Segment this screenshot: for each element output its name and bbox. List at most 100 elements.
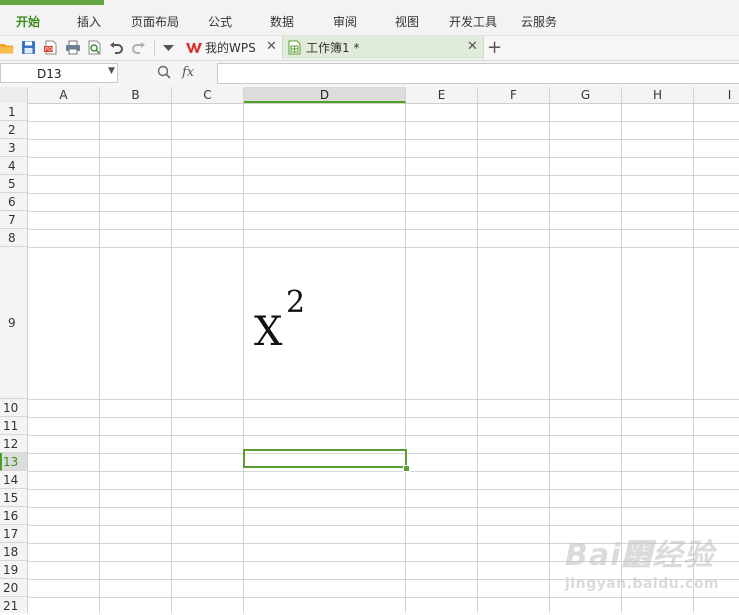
quick-access-toolbar: PDF 我的WPS ✕ 工作簿1 * ✕ + bbox=[0, 36, 739, 61]
formula-input[interactable] bbox=[217, 63, 739, 84]
open-folder-icon[interactable] bbox=[0, 39, 15, 56]
row-gridline bbox=[28, 435, 739, 436]
row-gridline bbox=[28, 247, 739, 248]
row-gridline bbox=[28, 139, 739, 140]
row-header-7[interactable]: 7 bbox=[0, 211, 27, 229]
cell-d9-base-text: X bbox=[254, 309, 283, 355]
name-box[interactable]: D13 ▼ bbox=[0, 63, 118, 83]
column-header-g[interactable]: G bbox=[550, 87, 622, 103]
row-gridline bbox=[28, 193, 739, 194]
row-gridline bbox=[28, 417, 739, 418]
row-header-6[interactable]: 6 bbox=[0, 193, 27, 211]
row-header-8[interactable]: 8 bbox=[0, 229, 27, 247]
row-gridline bbox=[28, 175, 739, 176]
row-gridline bbox=[28, 157, 739, 158]
print-preview-icon[interactable] bbox=[86, 39, 103, 56]
tab-workbook1-close-icon[interactable]: ✕ bbox=[467, 40, 478, 54]
column-header-e[interactable]: E bbox=[406, 87, 478, 103]
row-gridline bbox=[28, 507, 739, 508]
save-icon[interactable] bbox=[20, 39, 37, 56]
menu-tab-home[interactable]: 开始 bbox=[16, 13, 40, 30]
insert-function-icon[interactable]: fx bbox=[182, 65, 194, 80]
formula-bar: D13 ▼ fx bbox=[0, 61, 739, 88]
column-gridline bbox=[477, 104, 478, 613]
spreadsheet-doc-icon bbox=[288, 40, 301, 55]
row-header-17[interactable]: 17 bbox=[0, 525, 27, 543]
column-gridline bbox=[549, 104, 550, 613]
menu-tab-view[interactable]: 视图 bbox=[395, 13, 419, 30]
svg-text:PDF: PDF bbox=[45, 47, 55, 53]
name-box-value: D13 bbox=[37, 67, 62, 81]
menu-tab-cloud[interactable]: 云服务 bbox=[521, 13, 557, 30]
row-gridline bbox=[28, 211, 739, 212]
row-gridline bbox=[28, 597, 739, 598]
menu-tab-data[interactable]: 数据 bbox=[270, 13, 294, 30]
column-header-h[interactable]: H bbox=[622, 87, 694, 103]
column-header-d[interactable]: D bbox=[244, 87, 406, 103]
row-header-13[interactable]: 13 bbox=[0, 453, 27, 471]
menu-tab-page-layout[interactable]: 页面布局 bbox=[131, 13, 179, 30]
tab-my-wps-label: 我的WPS bbox=[205, 41, 256, 55]
fill-handle[interactable] bbox=[403, 465, 410, 472]
row-header-16[interactable]: 16 bbox=[0, 507, 27, 525]
row-header-21[interactable]: 21 bbox=[0, 597, 27, 613]
column-header-b[interactable]: B bbox=[100, 87, 172, 103]
row-header-20[interactable]: 20 bbox=[0, 579, 27, 597]
column-header-bar: A B C D E F G H I bbox=[0, 87, 739, 104]
column-header-f[interactable]: F bbox=[478, 87, 550, 103]
menu-tab-review[interactable]: 审阅 bbox=[333, 13, 357, 30]
row-header-4[interactable]: 4 bbox=[0, 157, 27, 175]
row-gridline bbox=[28, 525, 739, 526]
menu-tab-insert[interactable]: 插入 bbox=[77, 13, 101, 30]
row-header-12[interactable]: 12 bbox=[0, 435, 27, 453]
row-header-1[interactable]: 1 bbox=[0, 103, 27, 121]
selected-cell-d13[interactable] bbox=[243, 449, 407, 468]
row-gridline bbox=[28, 489, 739, 490]
select-all-corner[interactable] bbox=[0, 87, 28, 103]
row-gridline bbox=[28, 471, 739, 472]
row-header-9[interactable]: 9 bbox=[0, 247, 27, 399]
row-header-14[interactable]: 14 bbox=[0, 471, 27, 489]
row-header-5[interactable]: 5 bbox=[0, 175, 27, 193]
cell-d9-superscript-text: 2 bbox=[286, 285, 306, 320]
ribbon-menu-bar: 开始 插入 页面布局 公式 数据 审阅 视图 开发工具 云服务 bbox=[0, 0, 739, 36]
column-gridline bbox=[99, 104, 100, 613]
tab-workbook1[interactable]: 工作簿1 * ✕ bbox=[282, 36, 484, 59]
menu-tab-formulas[interactable]: 公式 bbox=[208, 13, 232, 30]
column-header-i[interactable]: I bbox=[694, 87, 739, 103]
tab-my-wps-close-icon[interactable]: ✕ bbox=[266, 40, 277, 54]
print-icon[interactable] bbox=[64, 39, 81, 56]
active-tab-accent bbox=[0, 0, 104, 5]
export-pdf-icon[interactable]: PDF bbox=[42, 39, 59, 56]
column-header-a[interactable]: A bbox=[28, 87, 100, 103]
column-gridline bbox=[171, 104, 172, 613]
wps-logo-icon bbox=[186, 42, 202, 54]
baidu-jingyan-watermark: Bai୾经验 jingyan.baidu.com bbox=[565, 530, 719, 592]
row-header-11[interactable]: 11 bbox=[0, 417, 27, 435]
menu-tab-developer[interactable]: 开发工具 bbox=[449, 13, 497, 30]
column-gridline bbox=[243, 104, 244, 613]
row-header-19[interactable]: 19 bbox=[0, 561, 27, 579]
row-gridline bbox=[28, 121, 739, 122]
row-gridline bbox=[28, 399, 739, 400]
dropdown-arrow-icon[interactable] bbox=[160, 39, 177, 56]
name-box-dropdown-icon[interactable]: ▼ bbox=[108, 66, 115, 76]
row-header-10[interactable]: 10 bbox=[0, 399, 27, 417]
row-header-bar: 1 2 3 4 5 6 7 8 9 10 11 12 13 14 15 16 1… bbox=[0, 103, 28, 613]
toolbar-separator bbox=[154, 40, 155, 56]
redo-icon[interactable] bbox=[130, 39, 147, 56]
watermark-logo-text: Bai୾经验 bbox=[565, 538, 715, 573]
undo-icon[interactable] bbox=[108, 39, 125, 56]
tab-my-wps[interactable]: 我的WPS ✕ bbox=[182, 36, 282, 59]
row-header-15[interactable]: 15 bbox=[0, 489, 27, 507]
row-header-18[interactable]: 18 bbox=[0, 543, 27, 561]
column-header-c[interactable]: C bbox=[172, 87, 244, 103]
row-header-2[interactable]: 2 bbox=[0, 121, 27, 139]
watermark-url-text: jingyan.baidu.com bbox=[565, 576, 720, 592]
zoom-search-icon[interactable] bbox=[157, 65, 171, 82]
new-tab-plus-icon[interactable]: + bbox=[486, 37, 503, 58]
column-gridline bbox=[405, 104, 406, 613]
row-gridline bbox=[28, 229, 739, 230]
tab-workbook1-label: 工作簿1 * bbox=[306, 41, 360, 55]
row-header-3[interactable]: 3 bbox=[0, 139, 27, 157]
